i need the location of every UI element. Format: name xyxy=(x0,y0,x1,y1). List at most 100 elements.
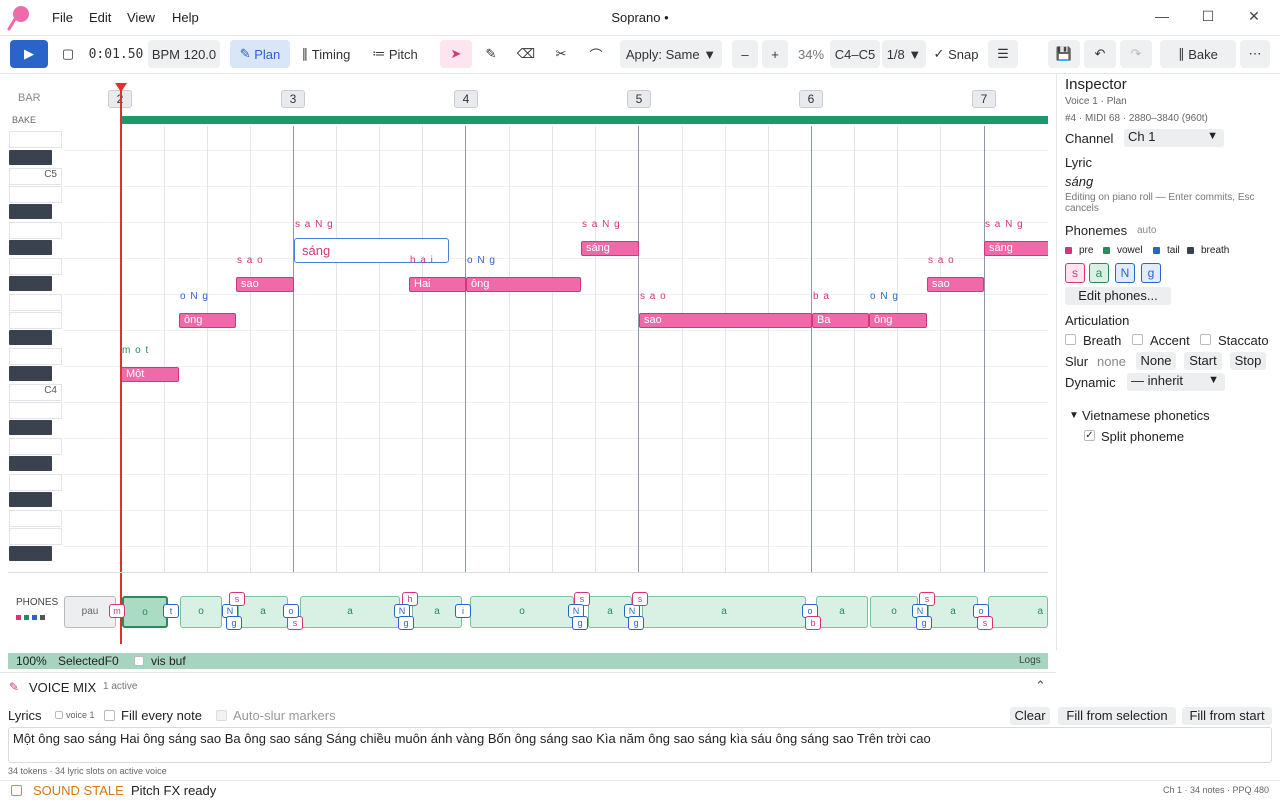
timing-tab[interactable]: ∥ Timing xyxy=(292,40,360,68)
apply-dropdown[interactable]: Apply: Same ▼ xyxy=(620,40,722,68)
slur-none-button[interactable]: None xyxy=(1136,352,1176,370)
bar-marker[interactable]: 6 xyxy=(799,90,823,108)
fill-from-selection-button[interactable]: Fill from selection xyxy=(1058,707,1176,725)
channel-dropdown[interactable]: Ch 1 ▼ xyxy=(1124,129,1224,147)
note-block[interactable]: Một xyxy=(121,367,179,382)
scissors-tool-icon[interactable]: ✂ xyxy=(546,40,576,68)
zoom-out-button[interactable]: – xyxy=(732,40,758,68)
bake-button[interactable]: ∥ Bake xyxy=(1160,40,1236,68)
white-key[interactable] xyxy=(9,294,62,311)
bar-marker[interactable]: 3 xyxy=(281,90,305,108)
black-key[interactable] xyxy=(9,546,52,561)
phone-marker[interactable]: s xyxy=(977,616,993,630)
slur-stop-button[interactable]: Stop xyxy=(1230,352,1266,370)
phone-segment[interactable]: a xyxy=(642,596,806,628)
phone-marker[interactable]: b xyxy=(805,616,821,630)
undo-icon[interactable]: ↶ xyxy=(1084,40,1116,68)
note-block[interactable]: ông xyxy=(466,277,581,292)
edit-phones-button[interactable]: Edit phones... xyxy=(1065,287,1171,305)
voice-checkbox[interactable] xyxy=(55,711,63,719)
white-key[interactable] xyxy=(9,528,62,545)
note-block[interactable]: sao xyxy=(639,313,812,328)
dynamic-dropdown[interactable]: — inherit ▼ xyxy=(1127,373,1225,391)
black-key[interactable] xyxy=(9,366,52,381)
lyric-editor-value[interactable]: sáng xyxy=(302,243,330,258)
phone-marker[interactable]: t xyxy=(163,604,179,618)
bar-marker[interactable]: 5 xyxy=(627,90,651,108)
phone-marker[interactable]: i xyxy=(455,604,471,618)
playhead[interactable] xyxy=(120,84,122,644)
white-key[interactable] xyxy=(9,402,62,419)
phone-marker[interactable]: g xyxy=(398,616,414,630)
phone-marker[interactable]: g xyxy=(916,616,932,630)
note-block[interactable]: ông xyxy=(179,313,236,328)
black-key[interactable] xyxy=(9,276,52,291)
fill-every-note-checkbox[interactable] xyxy=(104,710,115,721)
bar-marker[interactable]: 7 xyxy=(972,90,996,108)
phoneme-chip[interactable]: g xyxy=(1141,263,1161,283)
range-selector[interactable]: C4–C5 xyxy=(830,40,880,68)
white-key[interactable] xyxy=(9,186,62,203)
key-c4[interactable]: C4 xyxy=(9,384,62,401)
voice-mix-header[interactable]: ✎ VOICE MIX 1 active ⌃ xyxy=(0,672,1056,702)
key-c5[interactable]: C5 xyxy=(9,168,62,185)
logs-link[interactable]: Logs xyxy=(1019,655,1041,666)
phone-marker[interactable]: g xyxy=(226,616,242,630)
phone-segment[interactable]: a xyxy=(238,596,288,628)
phone-marker[interactable]: g xyxy=(572,616,588,630)
clear-button[interactable]: Clear xyxy=(1010,707,1050,725)
note-block[interactable]: Ba xyxy=(812,313,869,328)
close-icon[interactable]: ✕ xyxy=(1244,8,1264,28)
collapse-triangle-icon[interactable]: ▼ xyxy=(1069,410,1079,421)
white-key[interactable] xyxy=(9,510,62,527)
staccato-checkbox[interactable] xyxy=(1200,334,1211,345)
phone-segment[interactable]: o xyxy=(180,596,222,628)
phoneme-chip[interactable]: a xyxy=(1089,263,1109,283)
white-key[interactable] xyxy=(9,222,62,239)
phone-segment[interactable]: a xyxy=(988,596,1048,628)
black-key[interactable] xyxy=(9,150,52,165)
piano-keys[interactable]: C5 C4 xyxy=(8,126,64,572)
snap-checkbox[interactable]: ✓ Snap xyxy=(930,40,982,68)
split-phoneme-checkbox[interactable]: ✓ xyxy=(1084,430,1095,441)
redo-icon[interactable]: ↷ xyxy=(1120,40,1152,68)
white-key[interactable] xyxy=(9,348,62,365)
breath-checkbox[interactable] xyxy=(1065,334,1076,345)
pitch-tab[interactable]: ≔ Pitch xyxy=(364,40,426,68)
black-key[interactable] xyxy=(9,204,52,219)
white-key[interactable] xyxy=(9,474,62,491)
phoneme-chip[interactable]: s xyxy=(1065,263,1085,283)
mixer-icon[interactable]: ☰ xyxy=(988,40,1018,68)
more-icon[interactable]: ⋯ xyxy=(1240,40,1270,68)
lyrics-textarea[interactable]: Một ông sao sáng Hai ông sáng sao Ba ông… xyxy=(8,727,1272,763)
phone-marker[interactable]: m xyxy=(109,604,125,618)
phone-marker[interactable]: s xyxy=(229,592,245,606)
phone-marker[interactable]: s xyxy=(287,616,303,630)
phone-segment[interactable]: o xyxy=(870,596,918,628)
phone-segment[interactable]: o xyxy=(470,596,574,628)
note-block[interactable]: sao xyxy=(927,277,984,292)
note-block[interactable]: Hai xyxy=(409,277,466,292)
play-button[interactable]: ▶ xyxy=(10,40,48,68)
white-key[interactable] xyxy=(9,131,62,148)
plan-tab[interactable]: ✎ Plan xyxy=(230,40,290,68)
note-block[interactable]: sáng xyxy=(581,241,639,256)
phone-segment[interactable]: o xyxy=(122,596,168,628)
playhead-handle-icon[interactable] xyxy=(115,83,127,92)
phone-segment[interactable]: a xyxy=(816,596,868,628)
minimize-icon[interactable]: — xyxy=(1152,8,1172,28)
fill-from-start-button[interactable]: Fill from start xyxy=(1182,707,1272,725)
white-key[interactable] xyxy=(9,258,62,275)
slur-start-button[interactable]: Start xyxy=(1184,352,1222,370)
black-key[interactable] xyxy=(9,456,52,471)
save-icon[interactable]: 💾 xyxy=(1048,40,1080,68)
select-tool-icon[interactable]: ➤ xyxy=(440,40,472,68)
phone-marker[interactable]: s xyxy=(632,592,648,606)
note-block[interactable]: ông xyxy=(869,313,927,328)
phoneme-chip[interactable]: N xyxy=(1115,263,1135,283)
black-key[interactable] xyxy=(9,330,52,345)
slur-tool-icon[interactable]: ⌒ xyxy=(580,40,612,68)
quantize-dropdown[interactable]: 1/8 ▼ xyxy=(882,40,926,68)
bar-marker[interactable]: 4 xyxy=(454,90,478,108)
phone-marker[interactable]: o xyxy=(283,604,299,618)
